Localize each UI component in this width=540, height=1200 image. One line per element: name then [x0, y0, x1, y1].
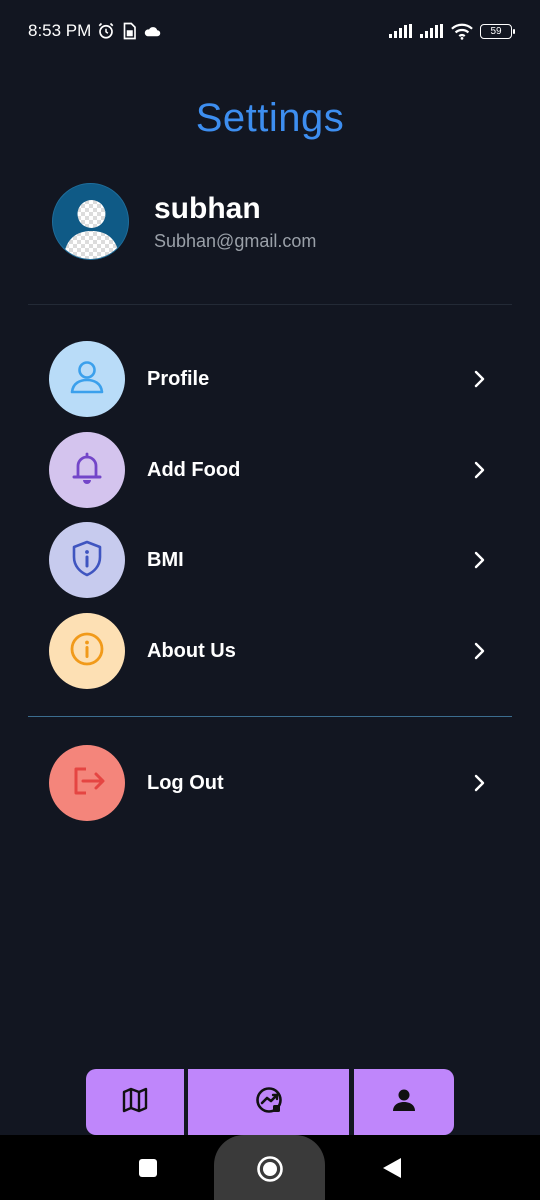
signal-icon	[420, 24, 444, 38]
alarm-icon	[97, 22, 115, 40]
tab-progress[interactable]	[188, 1069, 349, 1135]
chevron-right-icon	[469, 550, 489, 570]
battery-icon: 59	[480, 23, 515, 39]
sim-card-icon	[121, 22, 137, 40]
menu-icon-circle	[49, 522, 125, 598]
bell-icon	[67, 448, 107, 493]
user-card: subhan Subhan@gmail.com	[52, 183, 316, 260]
menu-item-log-out[interactable]: Log Out	[49, 744, 499, 822]
person-icon	[391, 1087, 417, 1118]
divider	[28, 716, 512, 717]
recents-icon[interactable]	[138, 1158, 158, 1183]
menu-label: Profile	[147, 367, 210, 390]
map-icon	[121, 1086, 149, 1119]
battery-level: 59	[490, 25, 502, 37]
menu-label: BMI	[147, 548, 184, 571]
bottom-tab-bar	[86, 1069, 454, 1135]
menu-item-about-us[interactable]: About Us	[49, 612, 499, 690]
menu-icon-circle	[49, 341, 125, 417]
menu-icon-circle	[49, 613, 125, 689]
status-left: 8:53 PM	[28, 21, 161, 41]
trend-icon	[254, 1085, 284, 1120]
menu-item-bmi[interactable]: BMI	[49, 521, 499, 599]
menu-item-add-food[interactable]: Add Food	[49, 431, 499, 509]
divider	[28, 304, 512, 305]
menu-icon-circle	[49, 432, 125, 508]
back-icon[interactable]	[381, 1157, 403, 1184]
info-icon	[67, 629, 107, 674]
tab-map[interactable]	[86, 1069, 184, 1135]
user-name: subhan	[154, 192, 261, 225]
tab-account[interactable]	[354, 1069, 454, 1135]
chevron-right-icon	[469, 773, 489, 793]
shield-info-icon	[67, 538, 107, 583]
status-time: 8:53 PM	[28, 21, 92, 40]
cloud-icon	[143, 24, 161, 38]
menu-label: Log Out	[147, 771, 224, 794]
logout-icon	[66, 760, 108, 807]
menu-icon-circle	[49, 745, 125, 821]
menu-label: About Us	[147, 639, 236, 662]
user-info: subhan Subhan@gmail.com	[154, 191, 316, 252]
menu-label: Add Food	[147, 458, 241, 481]
signal-icon	[389, 24, 413, 38]
chevron-right-icon	[469, 369, 489, 389]
avatar[interactable]	[52, 183, 129, 260]
chevron-right-icon	[469, 460, 489, 480]
chevron-right-icon	[469, 641, 489, 661]
user-email: Subhan@gmail.com	[154, 231, 317, 251]
system-nav-bar	[0, 1135, 540, 1200]
status-right: 59	[389, 23, 515, 40]
user-icon	[67, 357, 107, 402]
home-icon[interactable]	[256, 1155, 284, 1188]
status-bar: 8:53 PM 59	[0, 0, 540, 62]
wifi-icon	[451, 23, 473, 40]
page-title: Settings	[195, 96, 345, 140]
menu-item-profile[interactable]: Profile	[49, 340, 499, 418]
